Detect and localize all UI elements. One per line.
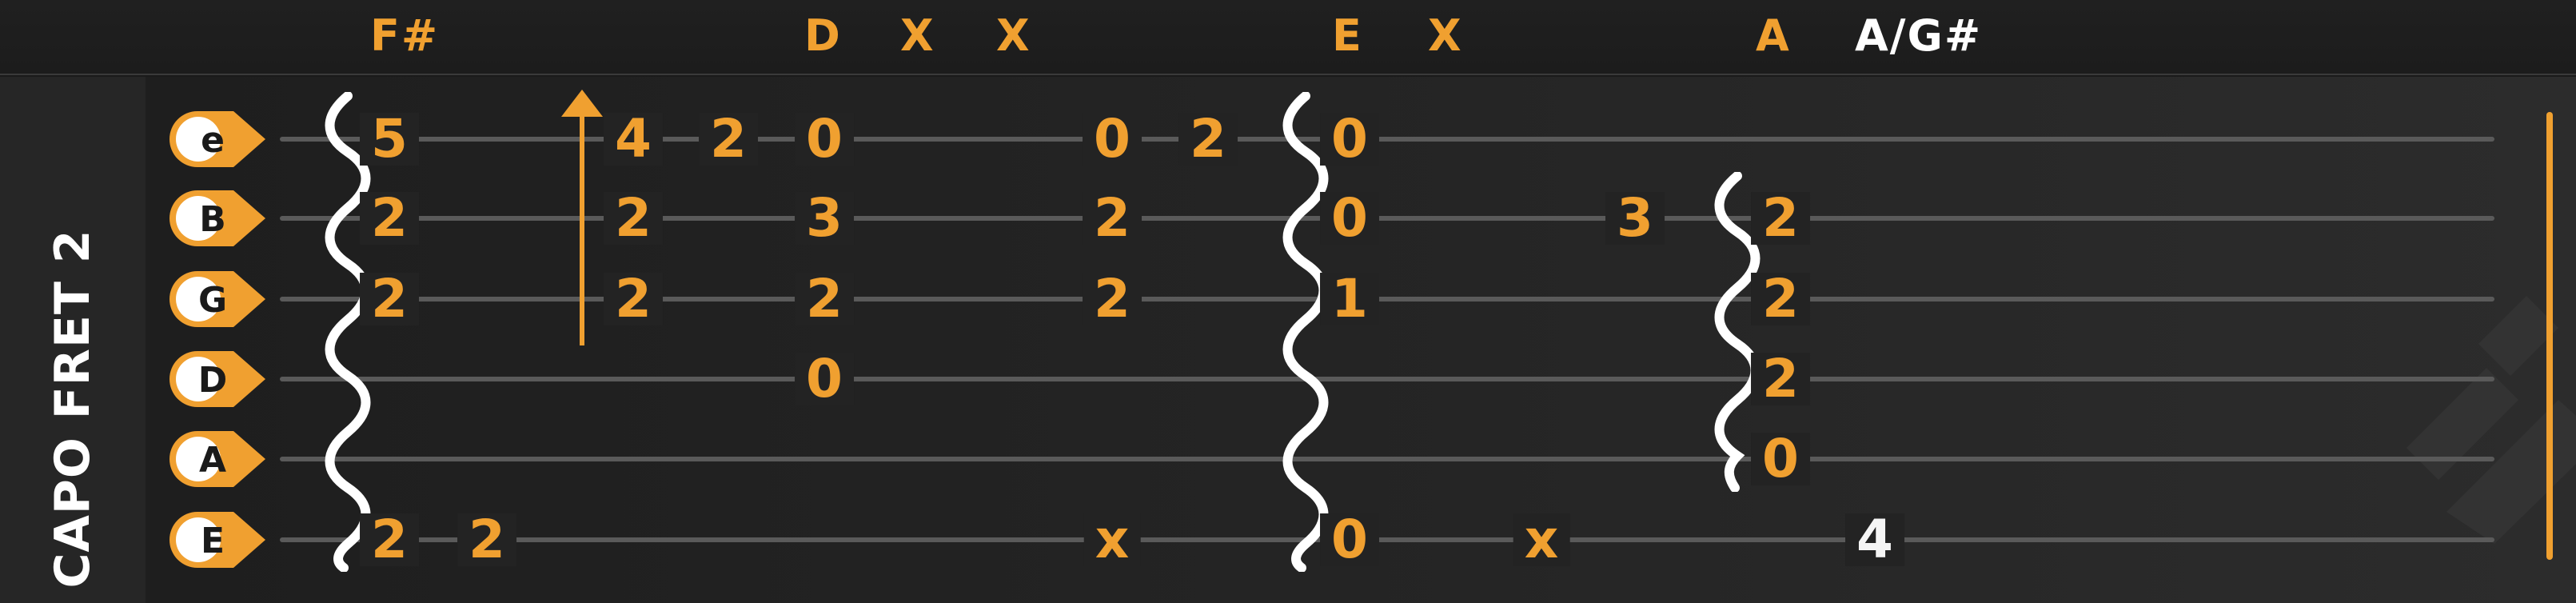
fret-number: 2: [1178, 113, 1238, 166]
fret-number: 2: [1751, 353, 1810, 405]
fret-number: 0: [1083, 113, 1142, 166]
fret-number: 2: [1083, 273, 1142, 325]
tab-screen: F# D X X E X A A/G# CAPO FRET 2 e B G D …: [0, 0, 2576, 603]
fret-number: x: [1083, 513, 1141, 566]
fret-number: 4: [604, 113, 663, 166]
fret-number: 3: [1605, 192, 1665, 245]
fret-number: 4: [1845, 513, 1904, 566]
fret-number: 2: [699, 113, 758, 166]
fret-number: 0: [1320, 192, 1379, 245]
fret-number: 0: [1751, 433, 1810, 485]
fret-number: 0: [1320, 513, 1379, 566]
fret-number: x: [1513, 513, 1570, 566]
fret-number: 0: [795, 353, 854, 405]
fret-number: 2: [360, 513, 419, 566]
fret-number: 0: [1320, 113, 1379, 166]
fret-number: 2: [360, 273, 419, 325]
playhead-bar: [2546, 112, 2553, 560]
fret-number: 1: [1320, 273, 1379, 325]
fret-number: 2: [457, 513, 516, 566]
fret-number: 2: [1751, 273, 1810, 325]
fret-number: 2: [360, 192, 419, 245]
fret-number: 2: [1751, 192, 1810, 245]
fret-number: 3: [795, 192, 854, 245]
fret-number: 2: [604, 192, 663, 245]
fret-number: 2: [1083, 192, 1142, 245]
fret-number: 2: [604, 273, 663, 325]
fret-number: 0: [795, 113, 854, 166]
fret-number: 2: [795, 273, 854, 325]
fret-number: 5: [360, 113, 419, 166]
